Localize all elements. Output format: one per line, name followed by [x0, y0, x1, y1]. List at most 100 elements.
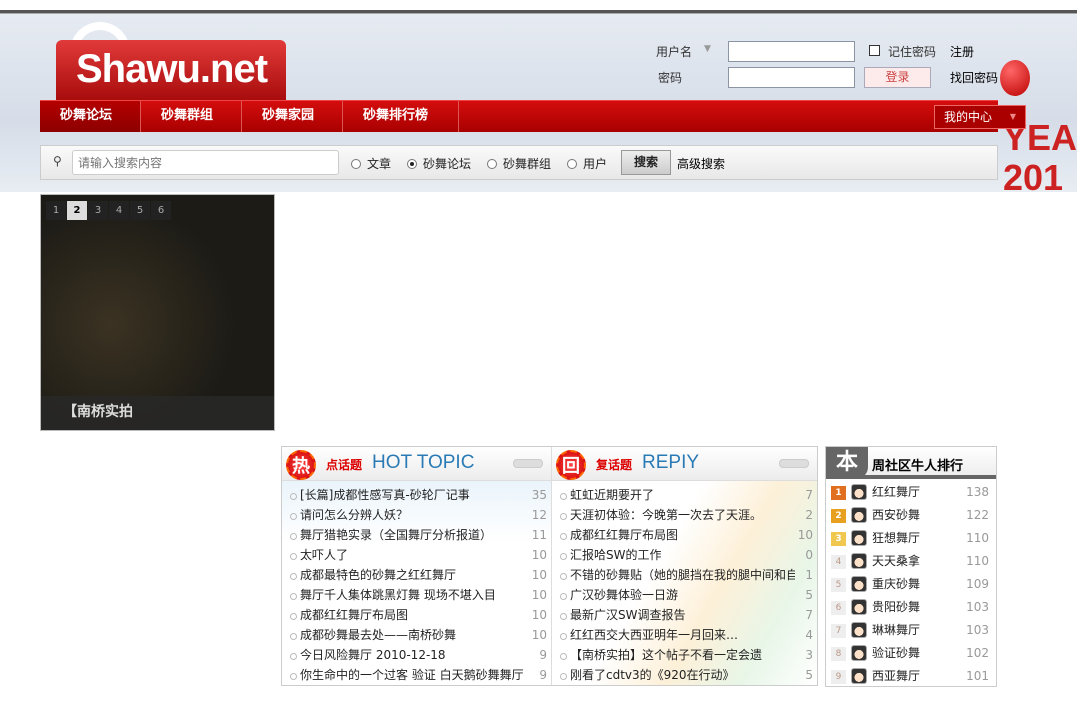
my-center-dropdown[interactable]: 我的中心 ▼ — [934, 105, 1026, 129]
login-button[interactable]: 登录 — [864, 67, 931, 88]
rank-name[interactable]: 重庆砂舞 — [872, 577, 920, 591]
password-input[interactable] — [728, 67, 855, 88]
nav-groups[interactable]: 砂舞群组 — [141, 101, 242, 132]
rank-row[interactable]: 1 红红舞厅 138 — [826, 481, 996, 504]
topic-row[interactable]: [长篇]成都性感写真-砂轮厂记事 35 — [282, 485, 551, 505]
avatar[interactable] — [851, 507, 867, 523]
rank-row[interactable]: 3 狂想舞厅 110 — [826, 527, 996, 550]
rank-row[interactable]: 2 西安砂舞 122 — [826, 504, 996, 527]
nav-home[interactable]: 砂舞家园 — [242, 101, 343, 132]
rank-name[interactable]: 西亚舞厅 — [872, 669, 920, 683]
topic-title[interactable]: 最新广汉SW调查报告 — [570, 605, 685, 625]
slide-page-5[interactable]: 5 — [130, 201, 150, 220]
topic-title[interactable]: 舞厅千人集体跳黑灯舞 现场不堪入目 — [300, 585, 496, 605]
rank-row[interactable]: 7 琳琳舞厅 103 — [826, 619, 996, 642]
more-button[interactable] — [513, 459, 543, 468]
topic-row[interactable]: 成都红红舞厅布局图 10 — [282, 605, 551, 625]
more-button[interactable] — [779, 459, 809, 468]
topic-row[interactable]: 天涯初体验：今晚第一次去了天涯。 2 — [552, 505, 817, 525]
username-input[interactable] — [728, 41, 855, 62]
radio[interactable] — [567, 159, 577, 169]
topic-title[interactable]: 舞厅猎艳实录（全国舞厅分析报道） — [300, 525, 492, 545]
avatar[interactable] — [851, 553, 867, 569]
forgot-password-link[interactable]: 找回密码 — [950, 69, 998, 86]
topic-title[interactable]: 汇报哈SW的工作 — [570, 545, 661, 565]
topic-row[interactable]: 请问怎么分辨人妖？ 12 — [282, 505, 551, 525]
slideshow[interactable]: 1 2 3 4 5 6 【南桥实拍 — [40, 194, 275, 431]
topic-row[interactable]: 最新广汉SW调查报告 7 — [552, 605, 817, 625]
rank-name[interactable]: 验证砂舞 — [872, 646, 920, 660]
radio-selected[interactable] — [407, 159, 417, 169]
topic-row[interactable]: 不错的砂舞贴（她的腿挡在我的腿中间和自 1 — [552, 565, 817, 585]
rank-name[interactable]: 狂想舞厅 — [872, 531, 920, 545]
slide-page-2[interactable]: 2 — [67, 201, 87, 220]
rank-row[interactable]: 9 西亚舞厅 101 — [826, 665, 996, 688]
topic-title[interactable]: 不错的砂舞贴（她的腿挡在我的腿中间和自 — [570, 565, 795, 585]
topic-title[interactable]: 成都红红舞厅布局图 — [570, 525, 678, 545]
avatar[interactable] — [851, 645, 867, 661]
topic-row[interactable]: 太吓人了 10 — [282, 545, 551, 565]
rank-name[interactable]: 西安砂舞 — [872, 508, 920, 522]
avatar[interactable] — [851, 484, 867, 500]
topic-title[interactable]: 成都红红舞厅布局图 — [300, 605, 408, 625]
avatar[interactable] — [851, 622, 867, 638]
remember-checkbox[interactable] — [869, 45, 880, 56]
topic-row[interactable]: 成都最特色的砂舞之红红舞厅 10 — [282, 565, 551, 585]
radio[interactable] — [487, 159, 497, 169]
search-button[interactable]: 搜索 — [621, 150, 671, 175]
topic-row[interactable]: 成都红红舞厅布局图 10 — [552, 525, 817, 545]
slide-page-6[interactable]: 6 — [151, 201, 171, 220]
topic-row[interactable]: 虹虹近期要开了 7 — [552, 485, 817, 505]
topic-row[interactable]: 汇报哈SW的工作 0 — [552, 545, 817, 565]
register-link[interactable]: 注册 — [950, 43, 974, 60]
slide-page-4[interactable]: 4 — [109, 201, 129, 220]
topic-row[interactable]: 你生命中的一个过客 验证 白天鹅砂舞舞厅 9 — [282, 665, 551, 685]
slide-caption[interactable]: 【南桥实拍 — [41, 396, 274, 430]
topic-row[interactable]: 成都砂舞最去处——南桥砂舞 10 — [282, 625, 551, 645]
topic-title[interactable]: 今日风险舞厅 2010-12-18 — [300, 645, 446, 665]
nav-forum[interactable]: 砂舞论坛 — [40, 101, 141, 132]
search-input[interactable] — [72, 150, 339, 175]
rank-row[interactable]: 8 验证砂舞 102 — [826, 642, 996, 665]
topic-title[interactable]: 成都砂舞最去处——南桥砂舞 — [300, 625, 456, 645]
search-option-groups[interactable]: 砂舞群组 — [487, 155, 551, 172]
topic-row[interactable]: 【南桥实拍】这个帖子不看一定会遗 3 — [552, 645, 817, 665]
topic-title[interactable]: 请问怎么分辨人妖？ — [300, 505, 408, 525]
radio[interactable] — [351, 159, 361, 169]
slide-page-3[interactable]: 3 — [88, 201, 108, 220]
nav-ranking[interactable]: 砂舞排行榜 — [343, 101, 459, 132]
rank-name[interactable]: 红红舞厅 — [872, 485, 920, 499]
topic-row[interactable]: 舞厅猎艳实录（全国舞厅分析报道） 11 — [282, 525, 551, 545]
rank-row[interactable]: 6 贵阳砂舞 103 — [826, 596, 996, 619]
site-logo[interactable]: Shawu.net — [56, 40, 286, 100]
avatar[interactable] — [851, 576, 867, 592]
topic-title[interactable]: 成都最特色的砂舞之红红舞厅 — [300, 565, 456, 585]
topic-title[interactable]: 广汉砂舞体验一日游 — [570, 585, 678, 605]
topic-row[interactable]: 红红西交大西亚明年一月回来… 4 — [552, 625, 817, 645]
slide-page-1[interactable]: 1 — [46, 201, 66, 220]
rank-row[interactable]: 5 重庆砂舞 109 — [826, 573, 996, 596]
avatar[interactable] — [851, 530, 867, 546]
search-option-article[interactable]: 文章 — [351, 155, 391, 172]
topic-row[interactable]: 舞厅千人集体跳黑灯舞 现场不堪入目 10 — [282, 585, 551, 605]
rank-name[interactable]: 贵阳砂舞 — [872, 600, 920, 614]
topic-title[interactable]: 刚看了cdtv3的《920在行动》 — [570, 665, 735, 685]
topic-title[interactable]: 虹虹近期要开了 — [570, 485, 654, 505]
topic-title[interactable]: [长篇]成都性感写真-砂轮厂记事 — [300, 485, 470, 505]
topic-title[interactable]: 你生命中的一个过客 验证 白天鹅砂舞舞厅 — [300, 665, 524, 685]
topic-row[interactable]: 广汉砂舞体验一日游 5 — [552, 585, 817, 605]
rank-name[interactable]: 天天桑拿 — [872, 554, 920, 568]
topic-row[interactable]: 今日风险舞厅 2010-12-18 9 — [282, 645, 551, 665]
topic-title[interactable]: 【南桥实拍】这个帖子不看一定会遗 — [570, 645, 762, 665]
avatar[interactable] — [851, 599, 867, 615]
search-option-forum[interactable]: 砂舞论坛 — [407, 155, 471, 172]
chevron-down-icon[interactable]: ▼ — [704, 44, 711, 54]
rank-name[interactable]: 琳琳舞厅 — [872, 623, 920, 637]
topic-title[interactable]: 天涯初体验：今晚第一次去了天涯。 — [570, 505, 762, 525]
topic-title[interactable]: 太吓人了 — [300, 545, 348, 565]
avatar[interactable] — [851, 668, 867, 684]
topic-title[interactable]: 红红西交大西亚明年一月回来… — [570, 625, 738, 645]
rank-row[interactable]: 4 天天桑拿 110 — [826, 550, 996, 573]
search-option-user[interactable]: 用户 — [567, 155, 607, 172]
topic-row[interactable]: 刚看了cdtv3的《920在行动》 5 — [552, 665, 817, 685]
